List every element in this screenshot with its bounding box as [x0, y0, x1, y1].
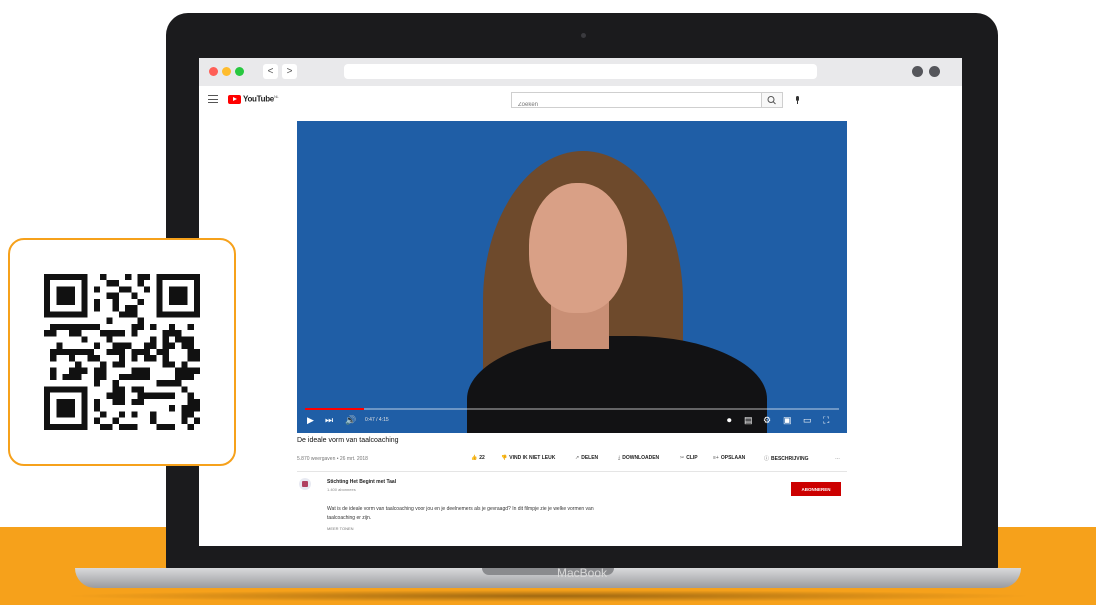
search-input[interactable] [512, 99, 724, 111]
search-icon [767, 96, 776, 105]
autoplay-toggle-icon[interactable]: ⏺ [727, 414, 732, 426]
video-time: 0:47 / 4:15 [365, 417, 389, 423]
video-player[interactable]: ▶ ⏭ 🔊 0:47 / 4:15 ⏺ ▤ ⚙ ▣ ▭ ⛶ [297, 121, 847, 433]
info-icon: ⓘ [764, 456, 770, 462]
profile-icon[interactable] [929, 66, 940, 77]
thumbs-down-icon: 👎 [501, 455, 508, 461]
laptop-shadow [60, 590, 1036, 602]
clip-icon: ✂ [680, 455, 685, 461]
subscribe-button[interactable]: ABONNEREN [791, 482, 841, 496]
next-icon[interactable]: ⏭ [325, 414, 333, 426]
download-button[interactable]: ⤓ DOWNLOADEN [618, 455, 659, 461]
qr-code[interactable] [44, 274, 200, 430]
menu-icon[interactable] [208, 95, 218, 103]
youtube-logo-icon[interactable] [228, 95, 241, 104]
settings-gear-icon[interactable]: ⚙ [763, 414, 771, 426]
subscriber-count: 1.400 abonnees [327, 487, 356, 492]
qr-code-card [8, 238, 236, 466]
browser-toolbar: < > [199, 58, 962, 87]
dislike-button[interactable]: 👎 VIND IK NIET LEUK [501, 455, 555, 461]
save-button[interactable]: ≡+ OPSLAAN [713, 455, 745, 461]
share-icon: ↗ [575, 455, 580, 461]
search-button[interactable] [761, 92, 783, 108]
more-icon: … [835, 455, 840, 461]
like-button[interactable]: 👍 22 [471, 455, 485, 461]
miniplayer-icon[interactable]: ▣ [783, 414, 792, 426]
view-count: 5.870 weergaven • 26 mrt. 2018 [297, 456, 368, 462]
video-progress-bar[interactable] [305, 408, 839, 410]
video-title: De ideale vorm van taalcoaching [297, 437, 399, 444]
save-playlist-icon: ≡+ [713, 455, 719, 461]
clip-button[interactable]: ✂ CLIP [680, 455, 698, 461]
webcam [581, 33, 586, 38]
thumbs-up-icon: 👍 [471, 455, 478, 461]
show-more-link[interactable]: MEER TONEN [327, 526, 354, 531]
microphone-icon[interactable] [795, 96, 800, 104]
laptop-brand-label: MacBook [556, 566, 608, 580]
divider [297, 471, 847, 472]
forward-button[interactable]: > [282, 64, 297, 79]
channel-avatar[interactable] [299, 478, 311, 490]
close-window-button[interactable] [209, 67, 218, 76]
youtube-logo-text[interactable]: YouTubeNL [243, 94, 279, 104]
description-button[interactable]: ⓘ BESCHRIJVING [764, 455, 809, 462]
video-description: Wat is de ideale vorm van taalcoaching v… [327, 506, 594, 521]
theater-mode-icon[interactable]: ▭ [803, 414, 812, 426]
channel-name[interactable]: Stichting Het Begint met Taal [327, 479, 396, 485]
extension-icon[interactable] [912, 66, 923, 77]
laptop-screen: < > YouTubeNL ▶ ⏭ 🔊 0:47 / 4:15 ⏺ ▤ ⚙ ▣ … [199, 58, 962, 546]
back-button[interactable]: < [263, 64, 278, 79]
search-field [511, 92, 763, 111]
address-bar[interactable] [344, 64, 817, 79]
subtitles-icon[interactable]: ▤ [744, 414, 753, 426]
download-icon: ⤓ [618, 455, 621, 461]
fullscreen-icon[interactable]: ⛶ [823, 414, 829, 426]
video-progress-fill [305, 408, 364, 410]
more-actions-button[interactable]: … [835, 455, 842, 461]
share-button[interactable]: ↗ DELEN [575, 455, 598, 461]
volume-icon[interactable]: 🔊 [345, 414, 356, 426]
play-icon[interactable]: ▶ [307, 414, 314, 426]
maximize-window-button[interactable] [235, 67, 244, 76]
minimize-window-button[interactable] [222, 67, 231, 76]
